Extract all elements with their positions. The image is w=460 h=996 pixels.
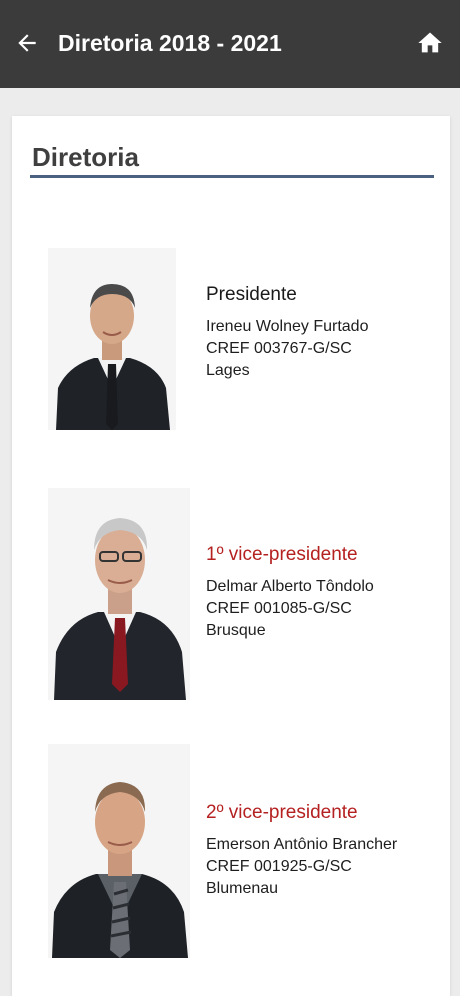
app-bar: Diretoria 2018 - 2021 [0, 0, 460, 88]
member-card-first-vice-president: 1º vice-presidente Delmar Alberto Tôndol… [12, 488, 450, 702]
member-name: Emerson Antônio Brancher [206, 836, 398, 853]
member-photo [48, 488, 190, 700]
member-registration: CREF 001085-G/SC [206, 600, 352, 617]
home-icon [418, 32, 442, 53]
member-name: Delmar Alberto Tôndolo [206, 578, 374, 595]
member-city: Brusque [206, 622, 266, 639]
member-city: Lages [206, 362, 250, 379]
member-card-president: Presidente Ireneu Wolney Furtado CREF 00… [12, 248, 450, 434]
member-registration: CREF 001925-G/SC [206, 858, 352, 875]
section-title: Diretoria [32, 142, 139, 172]
member-photo [48, 248, 176, 430]
back-button[interactable] [12, 28, 42, 58]
arrow-left-icon [18, 34, 36, 52]
content-card: Diretoria Presidente Ireneu Wolney Furta… [12, 116, 450, 996]
member-card-second-vice-president: 2º vice-presidente Emerson Antônio Branc… [12, 744, 450, 960]
member-registration: CREF 003767-G/SC [206, 340, 352, 357]
home-button[interactable] [414, 28, 446, 58]
member-city: Blumenau [206, 880, 279, 897]
member-role: Presidente [206, 284, 297, 305]
page-title: Diretoria 2018 - 2021 [58, 30, 282, 56]
member-role: 2º vice-presidente [206, 802, 358, 823]
section-divider [30, 175, 434, 178]
member-info: 1º vice-presidente Delmar Alberto Tôndol… [206, 542, 374, 642]
member-info: 2º vice-presidente Emerson Antônio Branc… [206, 800, 397, 900]
member-photo [48, 744, 190, 958]
member-info: Presidente Ireneu Wolney Furtado CREF 00… [206, 282, 368, 382]
member-role: 1º vice-presidente [206, 544, 358, 565]
member-name: Ireneu Wolney Furtado [206, 318, 369, 335]
